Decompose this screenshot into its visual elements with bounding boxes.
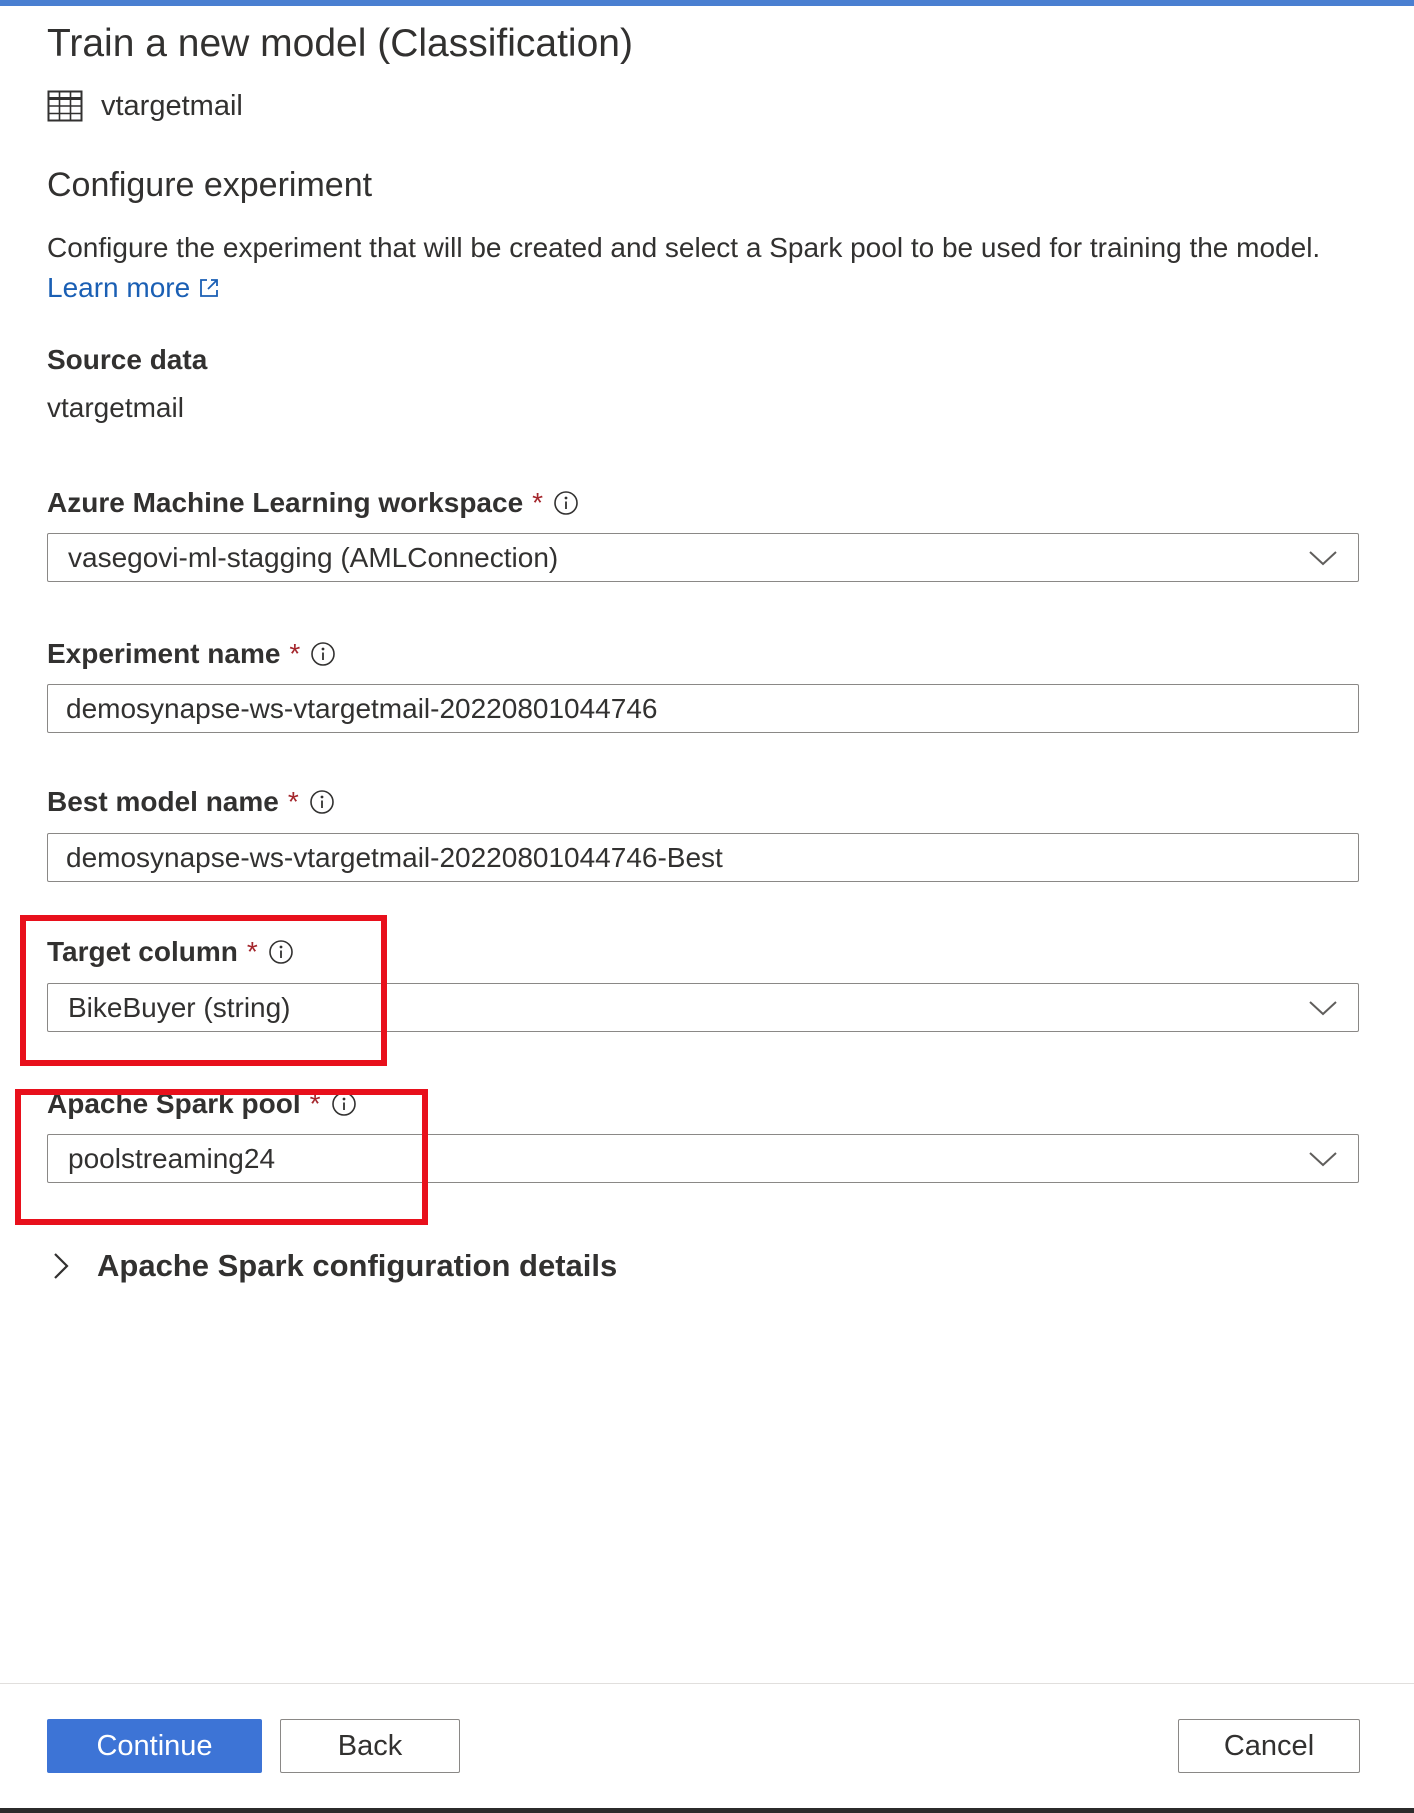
experiment-name-label-text: Experiment name <box>47 638 281 669</box>
section-title: Configure experiment <box>47 166 373 204</box>
spark-pool-label: Apache Spark pool * <box>47 1088 357 1120</box>
target-column-label: Target column * <box>47 936 294 968</box>
info-icon[interactable] <box>310 641 336 667</box>
top-accent-bar <box>0 0 1414 6</box>
spark-config-expander-label: Apache Spark configuration details <box>97 1248 618 1283</box>
bottom-edge-bar <box>0 1808 1414 1813</box>
table-icon <box>47 90 83 122</box>
chevron-right-icon <box>54 1253 69 1279</box>
spark-pool-selected-value: poolstreaming24 <box>68 1142 276 1174</box>
experiment-name-field[interactable] <box>47 684 1359 733</box>
workspace-dropdown[interactable]: vasegovi-ml-stagging (AMLConnection) <box>47 533 1359 582</box>
source-data-label: Source data <box>47 344 207 376</box>
target-column-label-text: Target column <box>47 936 238 967</box>
best-model-name-label: Best model name * <box>47 786 335 818</box>
section-description: Configure the experiment that will be cr… <box>47 228 1347 308</box>
experiment-name-input[interactable] <box>48 685 1358 732</box>
source-table-name: vtargetmail <box>101 89 243 122</box>
external-link-icon <box>200 279 219 297</box>
workspace-label: Azure Machine Learning workspace * <box>47 487 579 519</box>
required-indicator: * <box>532 487 544 518</box>
chevron-down-icon <box>1309 1000 1337 1015</box>
info-icon[interactable] <box>331 1091 357 1117</box>
info-icon[interactable] <box>553 490 579 516</box>
spark-pool-dropdown[interactable]: poolstreaming24 <box>47 1134 1359 1183</box>
spark-config-expander[interactable]: Apache Spark configuration details <box>47 1246 617 1286</box>
learn-more-label: Learn more <box>47 272 191 303</box>
footer-divider <box>0 1683 1414 1684</box>
required-indicator: * <box>246 936 258 967</box>
info-icon[interactable] <box>309 789 335 815</box>
source-data-label-text: Source data <box>47 344 208 375</box>
spark-pool-label-text: Apache Spark pool <box>47 1088 301 1119</box>
chevron-down-icon <box>1309 1151 1337 1166</box>
required-indicator: * <box>309 1088 321 1119</box>
cancel-button[interactable]: Cancel <box>1178 1719 1360 1773</box>
target-column-selected-value: BikeBuyer (string) <box>68 991 291 1023</box>
page-title: Train a new model (Classification) <box>47 22 633 65</box>
workspace-selected-value: vasegovi-ml-stagging (AMLConnection) <box>68 541 559 573</box>
required-indicator: * <box>287 786 299 817</box>
target-column-dropdown[interactable]: BikeBuyer (string) <box>47 983 1359 1032</box>
best-model-name-input[interactable] <box>48 834 1358 881</box>
description-text: Configure the experiment that will be cr… <box>47 232 1321 263</box>
best-model-name-field[interactable] <box>47 833 1359 882</box>
source-data-value: vtargetmail <box>47 392 184 423</box>
required-indicator: * <box>289 638 301 669</box>
experiment-name-label: Experiment name * <box>47 638 336 670</box>
learn-more-link[interactable]: Learn more <box>47 272 220 303</box>
info-icon[interactable] <box>268 939 294 965</box>
continue-button[interactable]: Continue <box>47 1719 262 1773</box>
workspace-label-text: Azure Machine Learning workspace <box>47 487 524 518</box>
back-button[interactable]: Back <box>280 1719 460 1773</box>
source-table-row: vtargetmail <box>47 88 243 124</box>
chevron-down-icon <box>1309 550 1337 565</box>
best-model-name-label-text: Best model name <box>47 786 279 817</box>
